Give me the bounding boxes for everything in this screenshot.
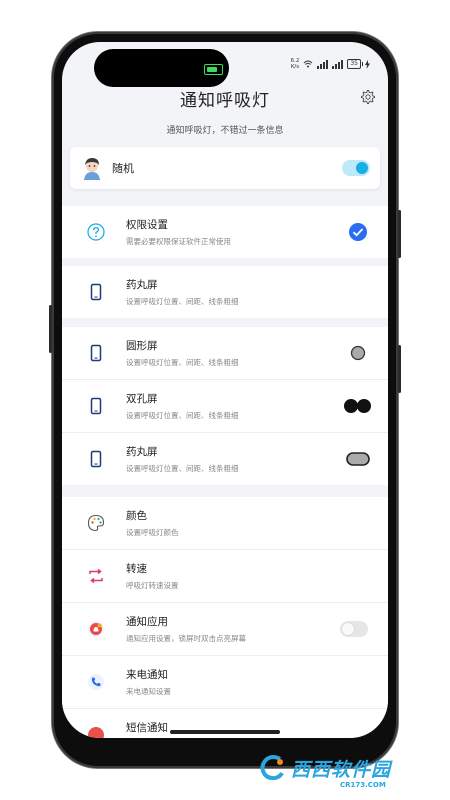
- phone-call-icon: [88, 674, 104, 690]
- list-item-speed[interactable]: 转速 呼吸灯转速设置: [62, 550, 388, 603]
- dynamic-island: [94, 49, 229, 87]
- circle-cutout-icon: [350, 345, 366, 361]
- list-item-desc: 需要必要权限保证软件正常使用: [126, 237, 231, 246]
- status-bar: 6.2 K/s 35: [291, 58, 370, 70]
- list-item-permission[interactable]: 权限设置 需要必要权限保证软件正常使用: [62, 206, 388, 258]
- list-item-dual-hole-screen[interactable]: 双孔屏 设置呼吸灯位置、间距、线条粗细: [62, 380, 388, 433]
- island-battery-icon: [204, 64, 223, 75]
- list-item-pill-screen-2[interactable]: 药丸屏 设置呼吸灯位置、间距、线条粗细: [62, 433, 388, 485]
- list-item-desc: 来电通知设置: [126, 687, 171, 696]
- list-item-desc: 设置呼吸灯位置、间距、线条粗细: [126, 411, 239, 420]
- power-button: [398, 345, 401, 393]
- list-item-label: 权限设置: [126, 219, 168, 231]
- net-speed: 6.2 K/s: [291, 58, 300, 70]
- watermark: 西西软件园: [258, 753, 391, 783]
- phone-icon: [90, 344, 102, 362]
- wifi-icon: [304, 60, 313, 68]
- random-card: 随机: [70, 147, 380, 189]
- list-item-label: 圆形屏: [126, 340, 158, 352]
- phone-icon: [90, 450, 102, 468]
- list-item-label: 短信通知: [126, 722, 168, 734]
- battery-level: 35: [350, 60, 358, 67]
- screen-group: 药丸屏 设置呼吸灯位置、间距、线条粗细: [62, 266, 388, 318]
- double-circle-cutout-icon: [344, 399, 371, 413]
- list-item-label: 转速: [126, 563, 147, 575]
- list-item-color[interactable]: 颜色 设置呼吸灯颜色: [62, 497, 388, 550]
- phone-screen: 6.2 K/s 35 通知呼吸灯 通知呼吸灯，不错过一条信息 随机 权限设置 需…: [62, 42, 388, 738]
- list-item-pill-screen[interactable]: 药丸屏 设置呼吸灯位置、间距、线条粗细: [62, 266, 388, 318]
- watermark-brand: 西西软件园: [291, 758, 392, 781]
- list-item-notify-apps[interactable]: 通知应用 通知应用设置，锁屏时双击点亮屏幕: [62, 603, 388, 656]
- list-item-desc: 设置呼吸灯位置、间距、线条粗细: [126, 297, 239, 306]
- list-item-desc: 通知应用设置，锁屏时双击点亮屏幕: [126, 634, 246, 643]
- list-item-label: 双孔屏: [126, 393, 158, 405]
- toggle-knob: [356, 162, 368, 174]
- watermark-logo-icon: [260, 755, 284, 781]
- gear-icon[interactable]: [360, 89, 376, 105]
- list-item-label: 通知应用: [126, 616, 168, 628]
- list-item-desc: 呼吸灯转速设置: [126, 581, 179, 590]
- list-item-desc: 设置呼吸灯位置、间距、线条粗细: [126, 358, 239, 367]
- list-item-label: 药丸屏: [126, 279, 158, 291]
- list-item-label: 来电通知: [126, 669, 168, 681]
- notify-apps-toggle[interactable]: [340, 621, 368, 637]
- signal-icon: [317, 59, 329, 69]
- home-indicator[interactable]: [170, 730, 280, 734]
- list-item-desc: 设置呼吸灯颜色: [126, 528, 179, 537]
- phone-icon: [90, 283, 102, 301]
- avatar: [84, 158, 100, 180]
- checkmark-icon: [349, 223, 367, 241]
- watermark-url: CR173.COM: [340, 781, 386, 789]
- volume-button: [398, 210, 401, 258]
- pill-cutout-icon: [346, 452, 370, 466]
- permission-group: 权限设置 需要必要权限保证软件正常使用: [62, 206, 388, 258]
- flash-icon: [365, 59, 370, 69]
- shape-group: 圆形屏 设置呼吸灯位置、间距、线条粗细 双孔屏 设置呼吸灯位置、间距、线条粗细: [62, 327, 388, 485]
- question-icon: [87, 223, 105, 241]
- sms-icon: [88, 727, 104, 738]
- page-header: 通知呼吸灯 通知呼吸灯，不错过一条信息: [62, 86, 388, 136]
- net-speed-unit: K/s: [290, 64, 300, 70]
- phone-icon: [90, 397, 102, 415]
- signal-icon-2: [332, 59, 344, 69]
- app-notify-icon: [88, 621, 104, 637]
- random-toggle[interactable]: [342, 160, 370, 176]
- settings-group: 颜色 设置呼吸灯颜色 转速 呼吸灯转速设置 通知应用 通知应用设置，锁屏时双击点…: [62, 497, 388, 738]
- list-item-call-notify[interactable]: 来电通知 来电通知设置: [62, 656, 388, 709]
- side-button-left: [49, 305, 52, 353]
- random-label: 随机: [112, 162, 134, 175]
- list-item-desc: 设置呼吸灯位置、间距、线条粗细: [126, 464, 239, 473]
- battery-indicator: 35: [347, 59, 363, 69]
- list-item-round-screen[interactable]: 圆形屏 设置呼吸灯位置、间距、线条粗细: [62, 327, 388, 380]
- list-item-label: 颜色: [126, 510, 147, 522]
- toggle-knob: [342, 623, 354, 635]
- page-subtitle: 通知呼吸灯，不错过一条信息: [166, 126, 284, 136]
- palette-icon: [87, 514, 105, 532]
- list-item-label: 药丸屏: [126, 446, 158, 458]
- rotate-icon: [89, 568, 103, 584]
- page-title: 通知呼吸灯: [180, 91, 270, 111]
